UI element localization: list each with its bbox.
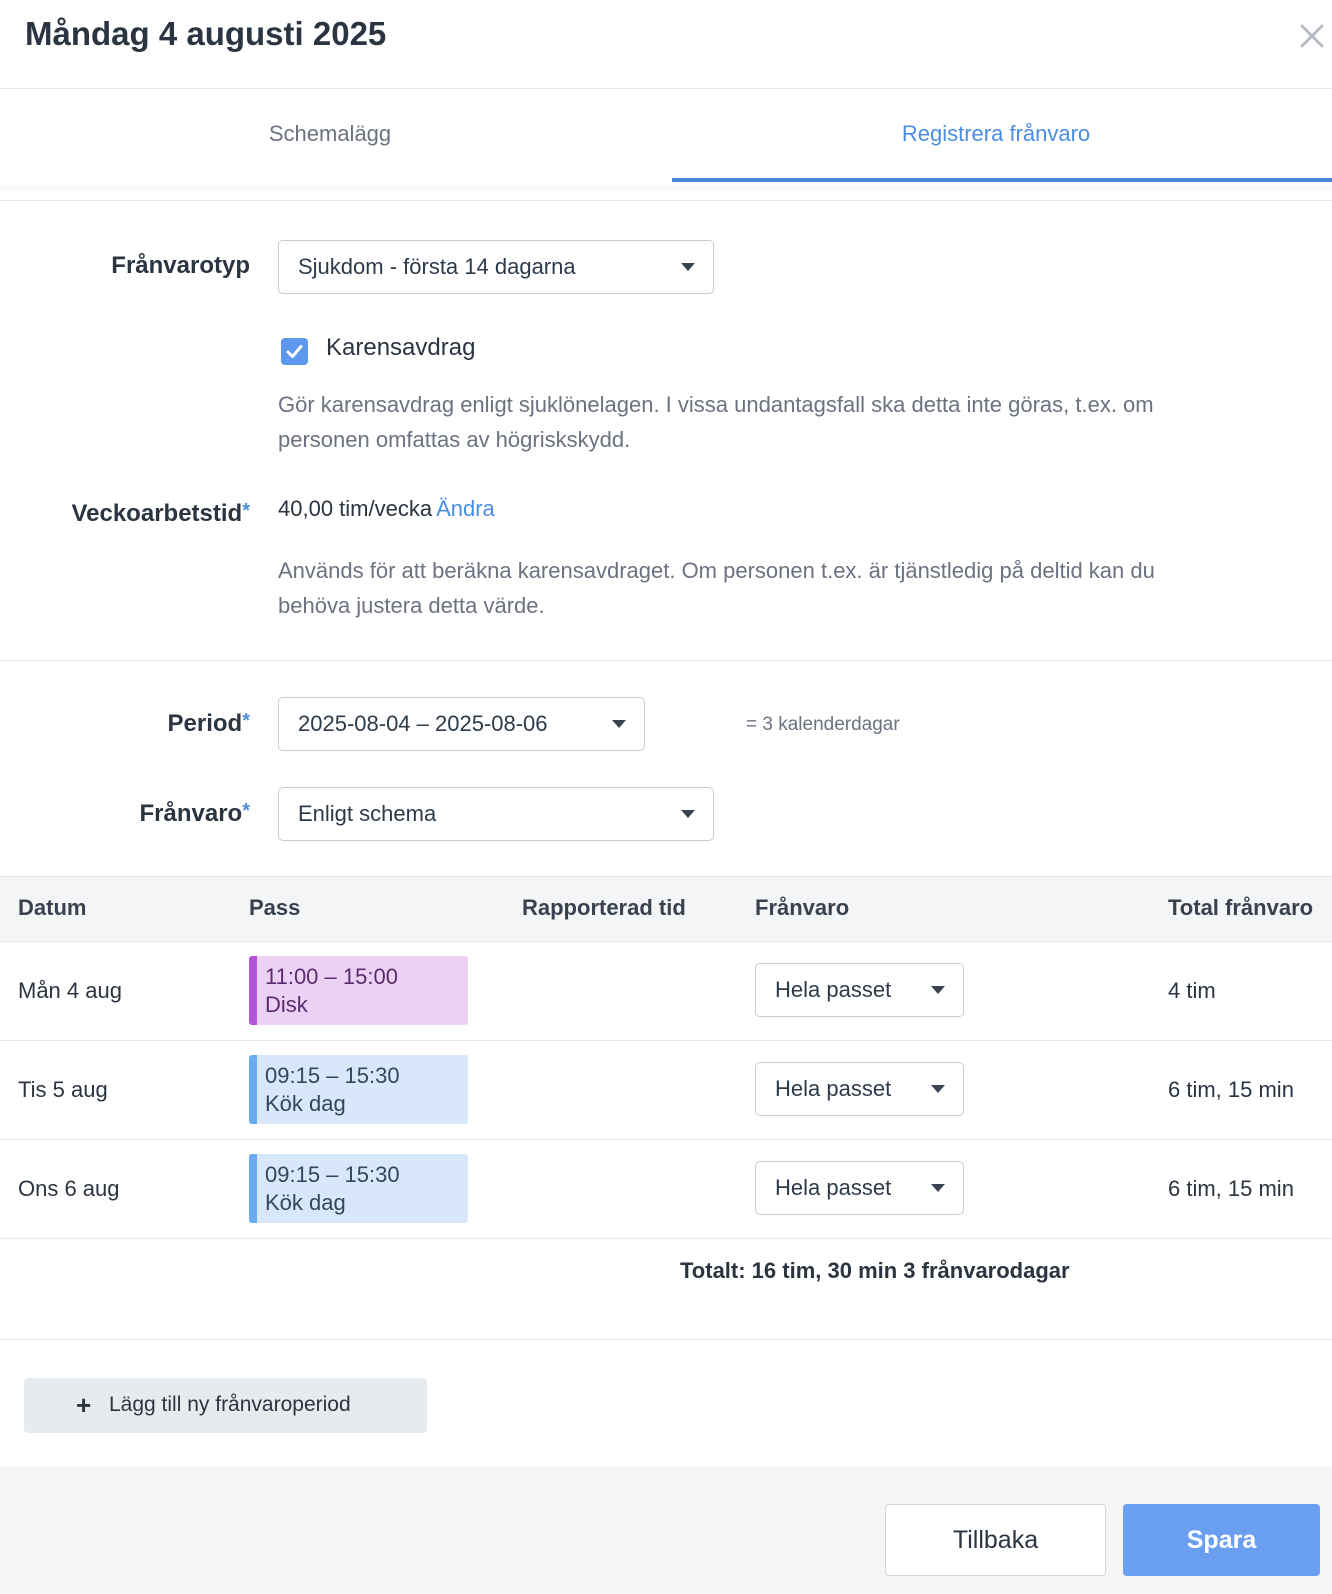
chevron-down-icon	[681, 263, 695, 271]
karensavdrag-help: Gör karensavdrag enligt sjuklönelagen. I…	[278, 392, 1154, 452]
close-icon[interactable]	[1296, 20, 1328, 52]
table-row: Ons 6 aug 09:15 – 15:30 Kök dag Hela pas…	[0, 1140, 1332, 1239]
row-absence-select[interactable]: Hela passet	[755, 1161, 964, 1215]
shift-time: 09:15 – 15:30	[265, 1063, 400, 1088]
shift-name: Disk	[265, 992, 308, 1017]
shift-block[interactable]: 09:15 – 15:30 Kök dag	[249, 1154, 468, 1223]
weekly-hours-value: 40,00 tim/vecka Ändra	[278, 496, 495, 521]
absence-type-select[interactable]: Sjukdom - första 14 dagarna	[278, 240, 714, 294]
weekly-hours-help: Används för att beräkna karensavdraget. …	[278, 558, 1155, 618]
row-absence-select[interactable]: Hela passet	[755, 1062, 964, 1116]
karensavdrag-label: Karensavdrag	[326, 334, 476, 361]
shift-name: Kök dag	[265, 1190, 346, 1215]
divider	[0, 660, 1332, 661]
absence-label: Frånvaro*	[139, 800, 251, 827]
table-row: Tis 5 aug 09:15 – 15:30 Kök dag Hela pas…	[0, 1041, 1332, 1140]
chevron-down-icon	[612, 720, 626, 728]
absence-type-value: Sjukdom - första 14 dagarna	[298, 254, 576, 279]
row-total-absence: 6 tim, 15 min	[1168, 1077, 1294, 1102]
calendar-days-count: = 3 kalenderdagar	[746, 714, 900, 735]
column-header-date: Datum	[18, 895, 87, 920]
column-header-shift: Pass	[249, 895, 301, 920]
absence-value: Enligt schema	[298, 801, 437, 826]
row-absence-value: Hela passet	[775, 977, 892, 1002]
modal-title: Måndag 4 augusti 2025	[25, 15, 387, 52]
period-label: Period*	[167, 710, 250, 737]
period-select[interactable]: 2025-08-04 – 2025-08-06	[278, 697, 645, 751]
karensavdrag-checkbox[interactable]	[281, 338, 308, 365]
column-header-total-absence: Total frånvaro	[1168, 895, 1314, 920]
add-absence-period-label: Lägg till ny frånvaroperiod	[109, 1393, 351, 1416]
back-button[interactable]: Tillbaka	[885, 1504, 1106, 1576]
shift-color-bar	[249, 956, 257, 1025]
period-value: 2025-08-04 – 2025-08-06	[298, 711, 548, 736]
absence-type-label: Frånvarotyp	[111, 252, 250, 279]
column-header-absence: Frånvaro	[755, 895, 850, 920]
tab-schedule[interactable]: Schemalägg	[0, 89, 660, 186]
shift-time: 11:00 – 15:00	[265, 964, 398, 989]
row-date: Tis 5 aug	[18, 1077, 108, 1102]
divider	[0, 200, 1332, 201]
row-total-absence: 6 tim, 15 min	[1168, 1176, 1294, 1201]
tab-register-absence[interactable]: Registrera frånvaro	[660, 89, 1332, 186]
row-total-absence: 4 tim	[1168, 978, 1216, 1003]
absence-select[interactable]: Enligt schema	[278, 787, 714, 841]
modal-footer: Tillbaka Spara	[0, 1467, 1332, 1594]
chevron-down-icon	[681, 810, 695, 818]
chevron-down-icon	[931, 1184, 945, 1192]
shift-block[interactable]: 09:15 – 15:30 Kök dag	[249, 1055, 468, 1124]
row-date: Ons 6 aug	[18, 1176, 120, 1201]
table-row: Mån 4 aug 11:00 – 15:00 Disk Hela passet…	[0, 942, 1332, 1041]
add-absence-period-button[interactable]: + Lägg till ny frånvaroperiod	[24, 1378, 427, 1433]
row-date: Mån 4 aug	[18, 978, 122, 1003]
shift-block[interactable]: 11:00 – 15:00 Disk	[249, 956, 468, 1025]
row-absence-value: Hela passet	[775, 1076, 892, 1101]
checkmark-icon	[286, 345, 303, 358]
table-totals: Totalt: 16 tim, 30 min 3 frånvarodagar	[680, 1258, 1070, 1283]
shift-color-bar	[249, 1055, 257, 1124]
save-button[interactable]: Spara	[1123, 1504, 1320, 1576]
shift-time: 09:15 – 15:30	[265, 1162, 400, 1187]
tab-bar: Schemalägg Registrera frånvaro	[0, 89, 1332, 186]
weekly-hours-label: Veckoarbetstid*	[71, 500, 250, 527]
table-header: Datum Pass Rapporterad tid Frånvaro Tota…	[0, 876, 1332, 942]
chevron-down-icon	[931, 1085, 945, 1093]
divider	[0, 1339, 1332, 1340]
shift-color-bar	[249, 1154, 257, 1223]
shift-name: Kök dag	[265, 1091, 346, 1116]
chevron-down-icon	[931, 986, 945, 994]
modal-header: Måndag 4 augusti 2025	[0, 0, 1332, 89]
active-tab-indicator	[672, 178, 1332, 182]
column-header-reported-time: Rapporterad tid	[522, 895, 686, 920]
change-hours-link[interactable]: Ändra	[436, 496, 495, 521]
row-absence-value: Hela passet	[775, 1175, 892, 1200]
plus-icon: +	[76, 1390, 92, 1420]
row-absence-select[interactable]: Hela passet	[755, 963, 964, 1017]
